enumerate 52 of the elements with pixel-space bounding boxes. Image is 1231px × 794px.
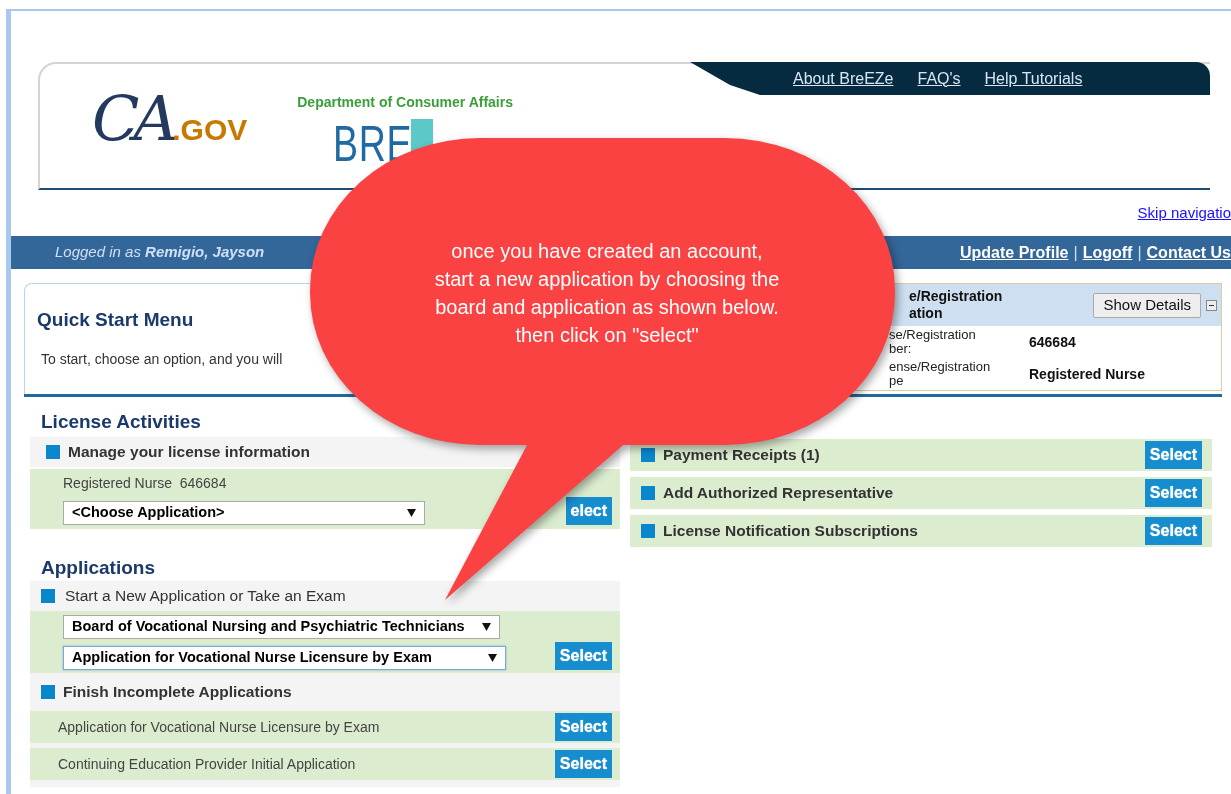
application-name: Continuing Education Provider Initial Application (58, 754, 356, 774)
action-title: Payment Receipts (1) (663, 445, 820, 466)
license-info-label: se/Registration ber: (889, 328, 977, 356)
link-separator: | (1137, 242, 1142, 263)
bullet-square-icon (641, 448, 655, 462)
bullet-square-icon (46, 445, 60, 459)
dropdown-field[interactable]: Board of Vocational Nursing and Psychiatric Technicians (63, 615, 500, 639)
select-button[interactable]: Select (554, 750, 612, 778)
bullet-square-icon (41, 589, 55, 603)
dropdown-field[interactable]: <Choose Application> (63, 501, 425, 525)
section-heading: License Activities (40, 410, 202, 434)
select-button[interactable]: Select (1144, 517, 1202, 545)
select-button[interactable]: elect (565, 497, 612, 525)
license-info-value: 646684 (1029, 332, 1076, 352)
license-text: Registered Nurse 646684 (63, 474, 228, 493)
section-title: Finish Incomplete Applications (63, 682, 292, 703)
application-name: Application for Vocational Nurse Licensure by Exam (58, 717, 380, 737)
action-title: Add Authorized Representative (663, 483, 894, 504)
select-button[interactable]: Select (554, 642, 612, 670)
bullet-square-icon (641, 524, 655, 538)
section-heading: Applications (40, 556, 156, 580)
nav-link[interactable]: About BreEZe (793, 66, 894, 91)
select-button[interactable]: Select (1144, 479, 1202, 507)
show-details-button[interactable]: Show Details (1093, 292, 1201, 318)
collapse-icon[interactable] (1206, 299, 1217, 311)
callout-text: once you have created an account, start a new application by choosing the board and application as shown below. then click on "select" (433, 239, 781, 348)
quick-start-intro: To start, choose an option, and you will (40, 349, 284, 369)
caret-icon (407, 509, 416, 517)
action-title: License Notification Subscriptions (663, 521, 918, 542)
user-bar-link[interactable]: Logoff (1082, 240, 1133, 265)
user-bar-link[interactable]: Contact Us (1146, 240, 1231, 265)
select-button[interactable]: Select (554, 713, 612, 741)
bullet-square-icon (41, 685, 55, 699)
caret-icon (482, 623, 491, 631)
logged-in-text: Logged in as Remigio, Jayson (55, 242, 265, 263)
bullet-square-icon (641, 486, 655, 500)
section-title: Manage your license information (68, 442, 311, 463)
ca-gov-logo: CA.GOV (92, 84, 248, 154)
department-title: Department of Consumer Affairs (297, 93, 513, 112)
nav-link[interactable]: FAQ's (917, 66, 961, 91)
license-info-title: e/Registration ation (909, 288, 1003, 322)
quick-start-title: Quick Start Menu (37, 308, 194, 332)
license-info-value: Registered Nurse (1029, 364, 1145, 384)
nav-link[interactable]: Help Tutorials (984, 66, 1083, 91)
link-separator: | (1073, 242, 1078, 263)
select-button[interactable]: Select (1144, 441, 1202, 469)
skip-navigation-link[interactable]: Skip navigatio (1137, 201, 1231, 225)
caret-icon (488, 654, 497, 662)
dropdown-field[interactable]: Application for Vocational Nurse Licensure by Exam (63, 646, 506, 670)
section-title: Start a New Application or Take an Exam (65, 586, 346, 607)
user-bar-link[interactable]: Update Profile (960, 240, 1069, 265)
license-info-label: ense/Registration pe (889, 360, 992, 388)
